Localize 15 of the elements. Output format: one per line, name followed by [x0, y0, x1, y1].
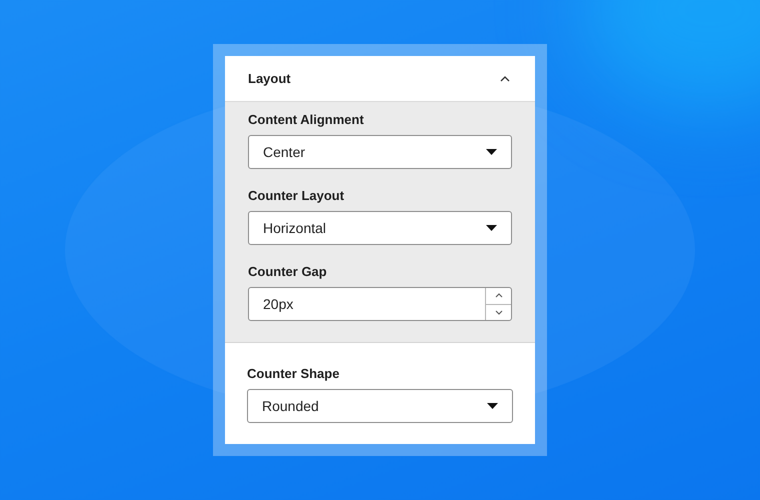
number-field[interactable]: 20px: [248, 287, 512, 321]
collapse-chevron-icon[interactable]: [499, 74, 511, 82]
field-label: Counter Gap: [248, 264, 328, 280]
caret-icon: [486, 149, 497, 155]
caret-icon: [487, 403, 498, 409]
field-label: Counter Layout: [248, 188, 346, 204]
caret-icon: [486, 225, 497, 231]
chevron-down-icon: [494, 308, 504, 316]
field-label: Counter Shape: [247, 366, 340, 382]
field-label: Content Alignment: [248, 112, 365, 128]
dropdown[interactable]: Center: [248, 135, 512, 169]
chevron-up-icon: [494, 292, 504, 300]
section-title: Layout: [248, 70, 291, 88]
dropdown[interactable]: Horizontal: [248, 211, 512, 245]
dropdown[interactable]: Rounded: [247, 389, 513, 423]
